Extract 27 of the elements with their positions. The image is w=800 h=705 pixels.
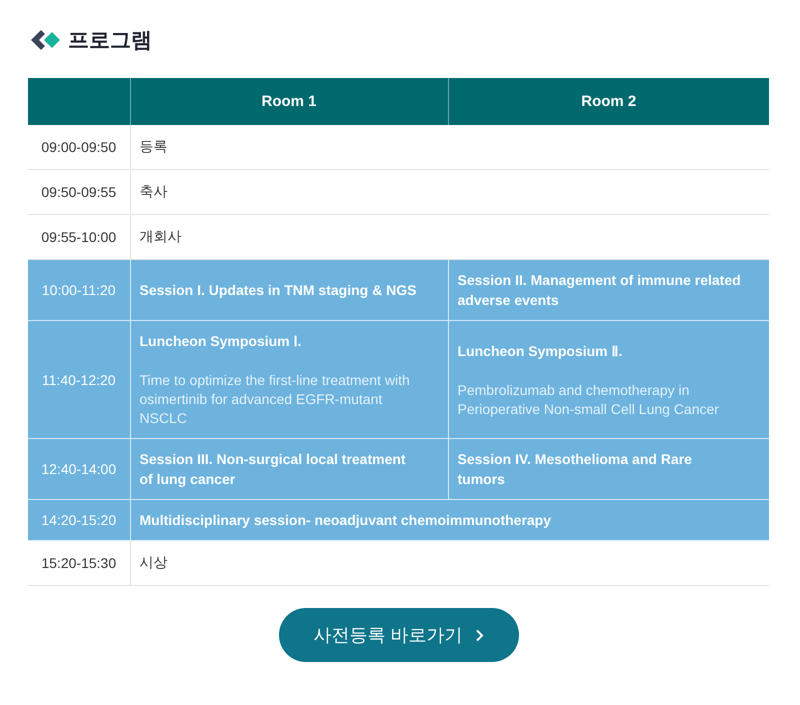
time-cell: 09:00-09:50 bbox=[28, 125, 130, 170]
time-cell: 14:20-15:20 bbox=[28, 500, 130, 540]
session-title: Session I. Updates in TNM staging & NGS bbox=[140, 281, 418, 300]
section-title: 프로그램 bbox=[68, 28, 152, 54]
time-cell: 09:55-10:00 bbox=[28, 214, 130, 260]
chevron-right-icon bbox=[474, 628, 484, 642]
session-title: 축사 bbox=[140, 183, 168, 201]
time-cell: 12:40-14:00 bbox=[28, 438, 130, 500]
column-header: Room 1 bbox=[130, 78, 448, 125]
time-cell: 11:40-12:20 bbox=[28, 320, 130, 438]
session-title: Session II. Management of immune related adverse events bbox=[458, 271, 741, 310]
diamond-logo-icon bbox=[30, 29, 62, 51]
session-title: Luncheon Symposium Ⅱ. bbox=[458, 342, 624, 360]
session-description: Time to optimize the first-line treatment with osimertinib for advanced EGFR-mutant NSCLC bbox=[140, 371, 411, 428]
session-title: Session III. Non-surgical local treatment of lung cancer bbox=[140, 450, 407, 489]
session-title: Multidisciplinary session- neoadjuvant chemoimmunotherapy bbox=[140, 511, 552, 530]
time-cell: 10:00-11:20 bbox=[28, 260, 130, 320]
session-description: Pembrolizumab and chemotherapy in Perioperative Non-small Cell Lung Cancer bbox=[458, 380, 720, 418]
pre-registration-button[interactable]: 사전등록 바로가기 bbox=[278, 608, 518, 662]
session-title: 시상 bbox=[140, 554, 168, 572]
time-cell: 15:20-15:30 bbox=[28, 540, 130, 586]
session-title: Session IV. Mesothelioma and Rare tumors bbox=[458, 450, 693, 489]
session-title: Luncheon Symposium Ⅰ. bbox=[140, 332, 302, 351]
session-title: 등록 bbox=[140, 138, 168, 156]
column-header: Room 2 bbox=[448, 78, 769, 125]
session-title: 개회사 bbox=[140, 228, 182, 246]
time-cell: 09:50-09:55 bbox=[28, 170, 130, 214]
